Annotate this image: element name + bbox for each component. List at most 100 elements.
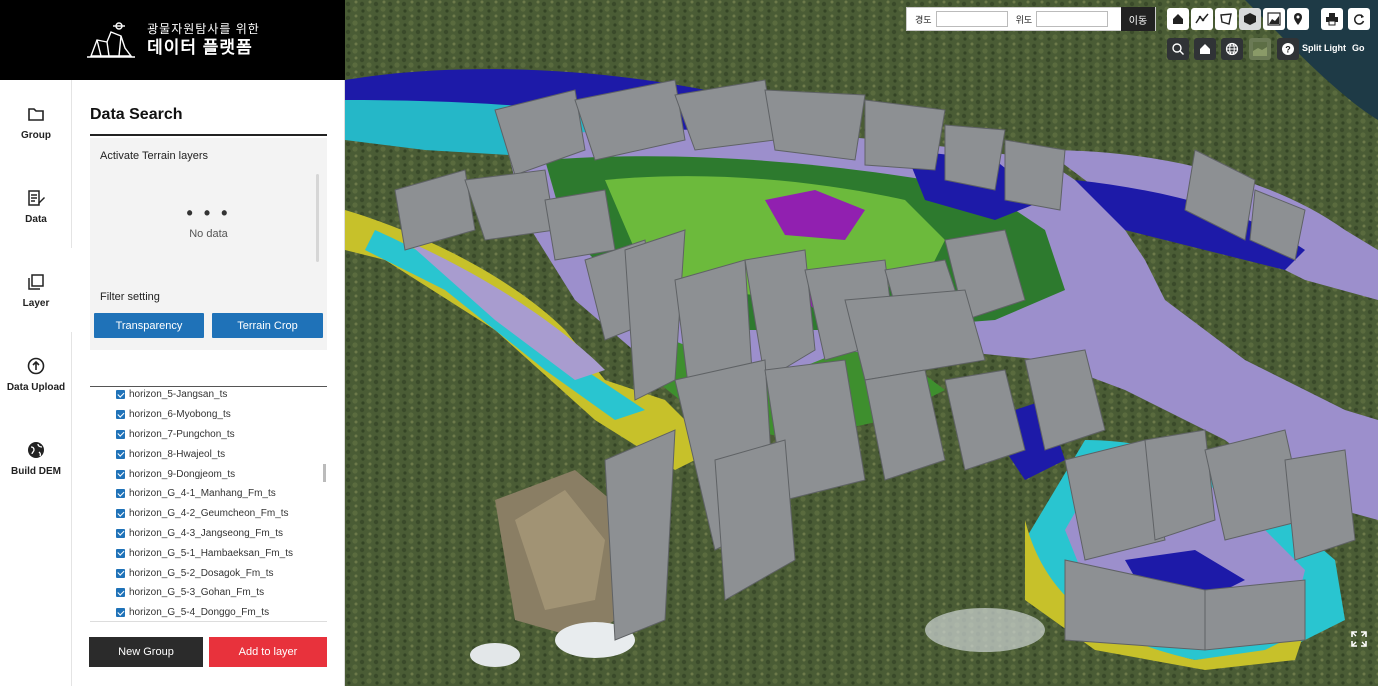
layer-list-item[interactable]: horizon_6-Myobong_ts (116, 405, 316, 425)
longitude-input[interactable] (935, 11, 1008, 27)
panel-title: Data Search (90, 106, 183, 123)
filter-heading: Filter setting (100, 291, 160, 303)
home-icon (1200, 44, 1210, 54)
latitude-input[interactable] (1036, 11, 1109, 27)
folder-icon (28, 107, 44, 121)
layer-checkbox[interactable] (116, 548, 125, 558)
layer-list-item[interactable]: horizon_G_4-1_Manhang_Fm_ts (116, 484, 316, 504)
rail-item-layer[interactable]: Layer (0, 248, 72, 332)
layer-name: horizon_G_4-1_Manhang_Fm_ts (129, 488, 276, 500)
split-light-toggle[interactable]: Split Light (1302, 43, 1346, 53)
layer-checkbox[interactable] (116, 449, 125, 459)
layer-checkbox[interactable] (116, 509, 125, 519)
layer-list-item[interactable]: horizon_8-Hwajeol_ts (116, 444, 316, 464)
home-view-button[interactable] (1167, 8, 1189, 30)
layer-checkbox[interactable] (116, 588, 125, 598)
rail-item-build-dem[interactable]: Build DEM (0, 416, 72, 500)
layer-name: horizon_G_5-1_Hambaeksan_Fm_ts (129, 547, 293, 559)
move-button[interactable]: 이동 (1121, 7, 1155, 31)
rail-item-data[interactable]: Data (0, 164, 72, 248)
printer-icon (1326, 13, 1338, 26)
map-viewport[interactable] (345, 0, 1378, 686)
new-group-button[interactable]: New Group (89, 637, 203, 667)
layer-checkbox[interactable] (116, 429, 125, 439)
go-button[interactable]: Go (1352, 43, 1365, 53)
upload-icon (27, 357, 45, 374)
layer-list-item[interactable]: horizon_7-Pungchon_ts (116, 425, 316, 445)
layer-checkbox[interactable] (116, 489, 125, 499)
layer-list-item[interactable]: horizon_G_4-2_Geumcheon_Fm_ts (116, 504, 316, 524)
data-edit-icon (28, 189, 45, 206)
rail-label-data: Data (25, 213, 47, 225)
map-pin-icon (1294, 13, 1302, 25)
longitude-label: 경도 (915, 14, 932, 25)
terrain-scrollbar[interactable] (316, 174, 319, 262)
measure-area-button[interactable] (1215, 8, 1237, 30)
layer-checkbox[interactable] (116, 528, 125, 538)
search-map-button[interactable] (1167, 38, 1189, 60)
nav-rail: Group Data Layer Data Upload Build DEM (0, 80, 72, 686)
cube-icon (1244, 13, 1256, 25)
layer-list-item[interactable]: horizon_9-Dongjeom_ts (116, 464, 316, 484)
basemap-picker-button[interactable] (1249, 38, 1271, 60)
layer-checkbox[interactable] (116, 608, 125, 618)
layer-name: horizon_G_5-4_Donggo_Fm_ts (129, 607, 270, 619)
no-data-text: No data (189, 228, 228, 240)
transparency-button[interactable]: Transparency (94, 313, 204, 338)
terrain-layers-heading: Activate Terrain layers (100, 150, 209, 162)
line-measure-icon (1195, 13, 1209, 24)
terrain-settings-box: Activate Terrain layers • • • No data Fi… (90, 138, 327, 350)
fullscreen-icon (1351, 631, 1367, 647)
print-button[interactable] (1321, 8, 1343, 30)
layer-checkbox[interactable] (116, 410, 125, 420)
layer-list-item[interactable]: horizon_G_5-4_Donggo_Fm_ts (116, 603, 316, 623)
help-button[interactable]: ? (1277, 38, 1299, 60)
rail-item-data-upload[interactable]: Data Upload (0, 332, 72, 416)
layer-checkbox[interactable] (116, 568, 125, 578)
layer-name: horizon_5-Jangsan_ts (129, 389, 228, 401)
coordinate-bar: 경도 위도 (906, 7, 1156, 31)
terrain-crop-button[interactable]: Terrain Crop (212, 313, 323, 338)
layer-list: horizon_5-Jangsan_ts horizon_6-Myobong_ts… (116, 385, 316, 623)
layer-name: horizon_9-Dongjeom_ts (129, 468, 236, 480)
fullscreen-button[interactable] (1348, 628, 1370, 650)
polygon-icon (1220, 13, 1232, 25)
layers-icon (28, 273, 44, 290)
3d-view-button[interactable] (1239, 8, 1261, 30)
chart-area-icon (1267, 12, 1281, 26)
layer-checkbox[interactable] (116, 469, 125, 479)
terrain-profile-button[interactable] (1263, 8, 1285, 30)
layer-checkbox[interactable] (116, 390, 125, 400)
location-button[interactable] (1287, 8, 1309, 30)
layer-name: horizon_G_4-2_Geumcheon_Fm_ts (129, 508, 289, 520)
panel-divider (90, 134, 327, 136)
latitude-label: 위도 (1015, 14, 1033, 25)
layer-list-scrollbar[interactable] (323, 464, 326, 482)
layer-list-item[interactable]: horizon_G_5-1_Hambaeksan_Fm_ts (116, 543, 316, 563)
add-to-layer-button[interactable]: Add to layer (209, 637, 327, 667)
rail-label-build-dem: Build DEM (11, 465, 61, 477)
data-search-panel: Data Search Activate Terrain layers • • … (72, 80, 345, 686)
layer-name: horizon_8-Hwajeol_ts (129, 448, 226, 460)
layer-list-item[interactable]: horizon_G_5-3_Gohan_Fm_ts (116, 583, 316, 603)
search-icon (1172, 43, 1184, 55)
rail-item-group[interactable]: Group (0, 80, 72, 164)
layer-list-item[interactable]: horizon_G_4-3_Jangseong_Fm_ts (116, 524, 316, 544)
home-button[interactable] (1194, 38, 1216, 60)
help-icon: ? (1282, 43, 1294, 55)
logo-title: 데이터 플랫폼 (147, 37, 253, 57)
layer-name: horizon_G_4-3_Jangseong_Fm_ts (129, 527, 283, 539)
measure-line-button[interactable] (1191, 8, 1213, 30)
platform-logo-icon (87, 22, 136, 58)
layer-name: horizon_7-Pungchon_ts (129, 428, 235, 440)
list-bottom-divider (90, 621, 327, 622)
layer-name: horizon_6-Myobong_ts (129, 409, 231, 421)
loading-dots: • • • (186, 203, 231, 223)
layer-list-item[interactable]: horizon_G_5-2_Dosagok_Fm_ts (116, 563, 316, 583)
terrain-3d-scene[interactable] (345, 0, 1378, 686)
refresh-button[interactable] (1348, 8, 1370, 30)
globe-view-button[interactable] (1221, 38, 1243, 60)
rail-label-layer: Layer (22, 297, 50, 309)
layer-list-item[interactable]: horizon_5-Jangsan_ts (116, 385, 316, 405)
layer-name: horizon_G_5-3_Gohan_Fm_ts (129, 587, 265, 599)
